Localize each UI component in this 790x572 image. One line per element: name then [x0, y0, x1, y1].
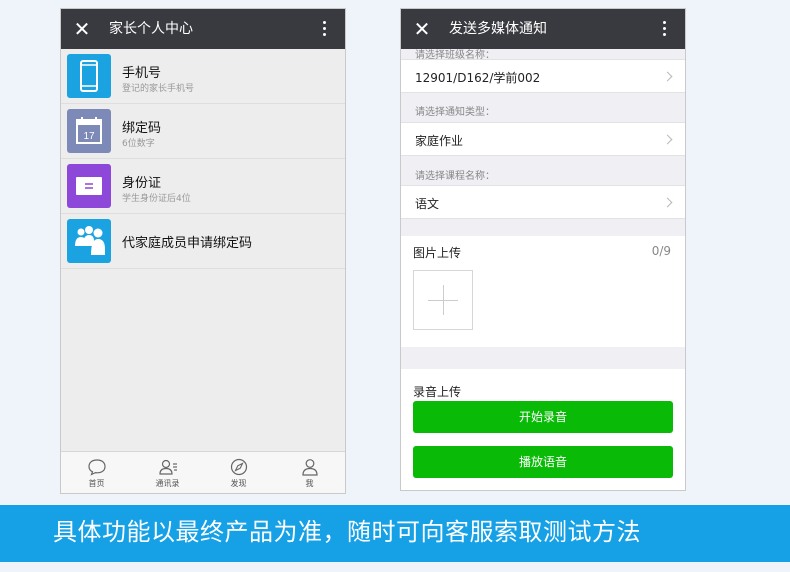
notice-form: 请选择班级名称： 12901/D162/学前002 请选择通知类型： 家庭作业 …	[401, 49, 685, 490]
chat-bubble-icon	[87, 459, 106, 476]
menu-item-phone[interactable]: 手机号 登记的家长手机号	[61, 49, 345, 104]
course-select[interactable]: 语文	[401, 185, 685, 219]
menu-item-subtitle: 学生身份证后4位	[122, 194, 191, 204]
contacts-icon	[158, 459, 177, 475]
play-audio-button[interactable]: 播放语音	[413, 446, 673, 478]
type-label: 请选择通知类型：	[415, 107, 495, 118]
disclaimer-text: 具体功能以最终产品为准，随时可向客服索取测试方法	[53, 518, 641, 546]
menu-item-family-apply[interactable]: 代家庭成员申请绑定码	[61, 214, 345, 269]
image-upload-title: 图片上传	[413, 246, 462, 260]
course-value: 语文	[415, 197, 440, 211]
parent-center-phone: ✕ 家长个人中心 手机号 登记的家长手机号 17 绑定码 6位数字 身份证 学生…	[60, 8, 346, 494]
more-icon[interactable]	[317, 19, 331, 39]
close-icon[interactable]: ✕	[411, 18, 433, 40]
audio-upload-title: 录音上传	[413, 385, 462, 399]
class-select[interactable]: 12901/D162/学前002	[401, 59, 685, 93]
course-label: 请选择课程名称：	[415, 171, 495, 182]
compass-icon	[230, 458, 247, 476]
person-icon	[301, 459, 318, 476]
tab-home[interactable]: 首页	[61, 452, 132, 493]
chevron-right-icon	[662, 134, 673, 145]
image-upload-section: 图片上传 0/9	[401, 236, 685, 347]
id-card-icon	[67, 164, 111, 208]
calendar-icon: 17	[67, 109, 111, 153]
start-record-button[interactable]: 开始录音	[413, 401, 673, 433]
menu-item-title: 身份证	[122, 176, 162, 191]
tab-label: 通讯录	[155, 479, 180, 488]
close-icon[interactable]: ✕	[71, 18, 93, 40]
image-upload-count: 0/9	[651, 244, 671, 258]
menu-item-subtitle: 登记的家长手机号	[122, 84, 195, 94]
tab-label: 我	[305, 479, 314, 488]
calendar-icon-number: 17	[83, 131, 95, 142]
screenshot-stage: ✕ 家长个人中心 手机号 登记的家长手机号 17 绑定码 6位数字 身份证 学生…	[0, 0, 790, 505]
bottom-strip	[0, 562, 790, 572]
add-image-button[interactable]	[413, 270, 473, 330]
tab-discover[interactable]: 发现	[203, 452, 274, 493]
class-value: 12901/D162/学前002	[415, 71, 541, 85]
menu-item-id-card[interactable]: 身份证 学生身份证后4位	[61, 159, 345, 214]
send-notice-phone: 请选择班级名称： 12901/D162/学前002 请选择通知类型： 家庭作业 …	[400, 8, 686, 491]
tab-label: 首页	[88, 479, 105, 488]
page-title: 家长个人中心	[109, 21, 193, 37]
menu-item-bind-code[interactable]: 17 绑定码 6位数字	[61, 104, 345, 159]
audio-upload-section: 录音上传 开始录音 播放语音	[401, 369, 685, 490]
menu-item-title: 手机号	[122, 66, 162, 81]
family-icon	[67, 219, 111, 263]
type-select[interactable]: 家庭作业	[401, 122, 685, 156]
tab-me[interactable]: 我	[274, 452, 345, 493]
type-value: 家庭作业	[415, 134, 464, 148]
tab-bar: 首页 通讯录 发现 我	[61, 451, 345, 493]
menu-item-title: 绑定码	[122, 121, 162, 136]
menu-item-subtitle: 6位数字	[122, 139, 155, 149]
more-icon[interactable]	[657, 19, 671, 39]
disclaimer-banner: 具体功能以最终产品为准，随时可向客服索取测试方法	[0, 505, 790, 562]
top-bar: ✕ 发送多媒体通知	[401, 9, 685, 49]
menu-item-title: 代家庭成员申请绑定码	[122, 236, 253, 251]
tab-contacts[interactable]: 通讯录	[132, 452, 203, 493]
menu-list: 手机号 登记的家长手机号 17 绑定码 6位数字 身份证 学生身份证后4位 代家…	[61, 49, 345, 269]
page-title: 发送多媒体通知	[449, 21, 547, 37]
phone-icon	[67, 54, 111, 98]
top-bar: ✕ 家长个人中心	[61, 9, 345, 49]
chevron-right-icon	[662, 71, 673, 82]
tab-label: 发现	[230, 479, 247, 488]
chevron-right-icon	[662, 197, 673, 208]
